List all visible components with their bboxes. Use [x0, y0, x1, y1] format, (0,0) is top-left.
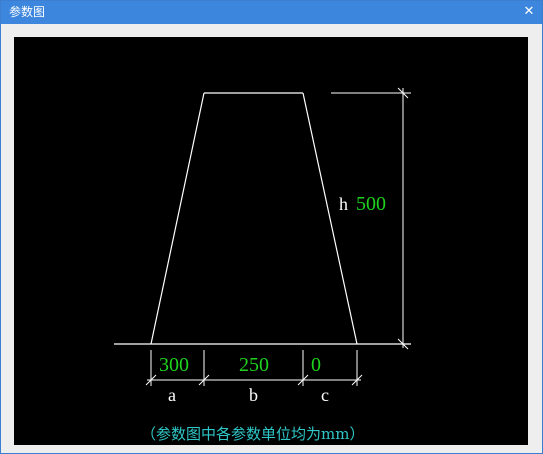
- title-bar[interactable]: 参数图 ✕: [1, 1, 542, 24]
- unit-note: （参数图中各参数单位均为mm）: [141, 425, 364, 443]
- value-b[interactable]: 250: [239, 354, 269, 376]
- diagram-canvas: 300 250 0 500 a b c h （参数图中各参数单位均为mm）: [14, 37, 528, 445]
- left-side-line: [150, 92, 205, 345]
- label-a: a: [168, 385, 176, 405]
- trapezoid-diagram: 300 250 0 500 a b c h （参数图中各参数单位均为mm）: [114, 87, 411, 443]
- trapezoid-shape: [150, 92, 358, 345]
- close-button[interactable]: ✕: [520, 3, 538, 21]
- right-side-line: [302, 92, 358, 345]
- height-dimension: [331, 87, 411, 350]
- parameter-diagram-window: 参数图 ✕ 300 250 0 500 a b c h （参数图中各参数单位均为…: [0, 0, 543, 454]
- value-c[interactable]: 0: [311, 354, 321, 376]
- value-h[interactable]: 500: [356, 193, 386, 215]
- label-c: c: [321, 385, 329, 405]
- window-title: 参数图: [9, 5, 46, 19]
- value-a[interactable]: 300: [159, 354, 189, 376]
- label-b: b: [249, 385, 258, 405]
- label-h: h: [339, 194, 348, 214]
